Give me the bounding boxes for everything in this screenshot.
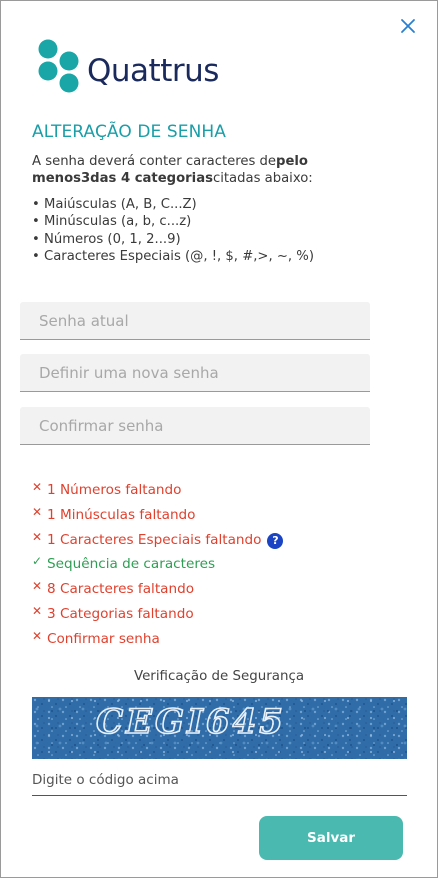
password-change-dialog: Quattrus ALTERAÇÃO DE SENHA A senha deve… — [0, 0, 438, 878]
intro-bold-2: menos3das 4 categorias — [32, 171, 213, 186]
validation-text: 8 Caracteres faltando — [47, 581, 195, 598]
captcha-image: CEGI645 — [32, 697, 407, 759]
validation-item: ✕ 1 Caracteres Especiais faltando? — [32, 527, 284, 552]
validation-text: Confirmar senha — [47, 630, 160, 647]
confirm-password-input[interactable] — [20, 407, 370, 445]
x-icon: ✕ — [32, 529, 43, 544]
rule-item: Maiúsculas (A, B, C...Z) — [32, 196, 314, 213]
validation-text: 3 Categorias faltando — [47, 605, 194, 622]
validation-text: 1 Caracteres Especiais faltando — [47, 531, 262, 548]
password-rules-list: Maiúsculas (A, B, C...Z) Minúsculas (a, … — [32, 196, 314, 265]
check-icon: ✓ — [32, 554, 43, 569]
validation-item: ✕ 8 Caracteres faltando — [32, 576, 283, 601]
rule-item: Números (0, 1, 2...9) — [32, 231, 314, 248]
validation-text: 1 Números faltando — [47, 482, 182, 498]
security-check-title: Verificação de Segurança — [133, 669, 305, 684]
close-icon[interactable] — [399, 17, 417, 35]
validation-item: ✕ 1 Números faltando — [32, 477, 283, 502]
x-icon: ✕ — [32, 628, 43, 643]
help-icon[interactable]: ? — [267, 532, 284, 549]
x-icon: ✕ — [32, 480, 43, 494]
brand-wordmark: Quattrus — [87, 53, 219, 89]
brand-logo: Quattrus — [37, 39, 247, 103]
validation-item: ✕ 3 Categorias faltando — [32, 601, 283, 626]
captcha-input[interactable] — [32, 764, 407, 796]
intro-bold-1: pelo — [276, 154, 308, 169]
new-password-input[interactable] — [20, 354, 370, 392]
validation-item: ✓ Sequência de caracteres — [32, 551, 283, 576]
validation-text: Sequência de caracteres — [47, 556, 216, 573]
validation-text: 1 Minúsculas faltando — [47, 506, 196, 523]
page-title: ALTERAÇÃO DE SENHA — [32, 122, 227, 142]
rule-item: Caracteres Especiais (@, !, $, #,>, ~, %… — [32, 248, 314, 265]
x-icon: ✕ — [32, 603, 43, 618]
current-password-input[interactable] — [20, 302, 370, 340]
intro-prefix: A senha deverá conter caracteres de — [32, 154, 277, 169]
captcha-code: CEGI645 — [96, 702, 286, 742]
x-icon: ✕ — [32, 504, 43, 519]
validation-list: ✕ 1 Números faltando ✕ 1 Minúsculas faltan… — [32, 477, 284, 651]
logo-mark-icon — [38, 39, 79, 93]
rule-item: Minúsculas (a, b, c...z) — [32, 213, 314, 230]
save-button[interactable]: Salvar — [259, 816, 403, 860]
validation-item: ✕ Confirmar senha — [32, 626, 283, 651]
validation-item: ✕ 1 Minúsculas faltando — [32, 502, 283, 527]
intro-suffix: citadas abaixo: — [212, 171, 313, 186]
password-requirements-intro: A senha deverá conter caracteres depelo … — [32, 153, 422, 187]
x-icon: ✕ — [32, 579, 43, 594]
